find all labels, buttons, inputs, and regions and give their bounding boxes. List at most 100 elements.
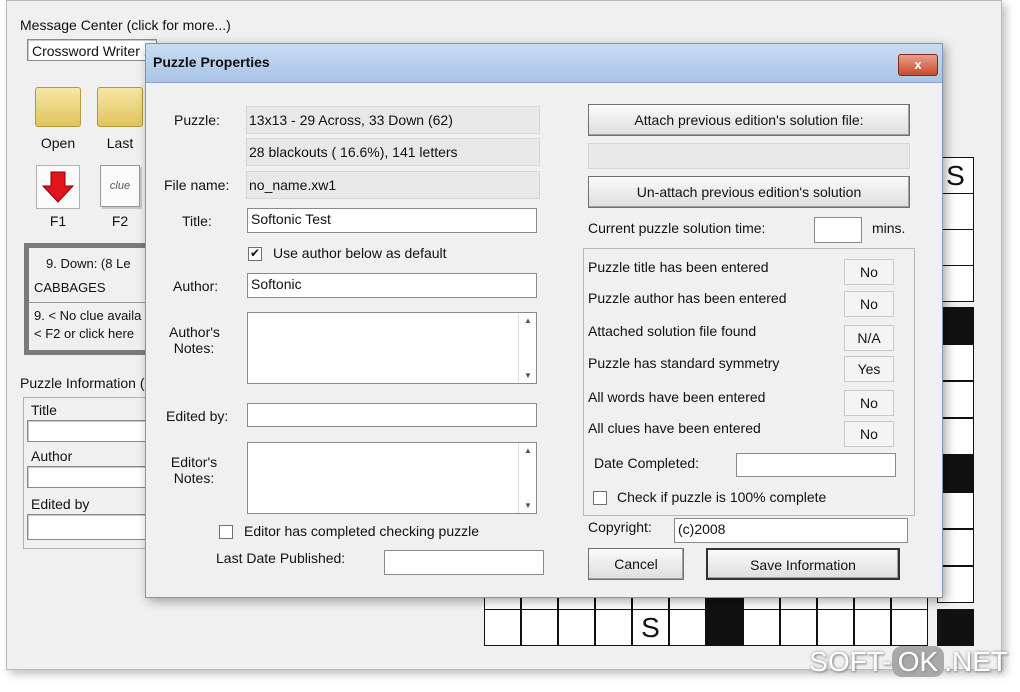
clue-panel-line1: 9. Down: (8 Le (46, 256, 131, 271)
open-label: Open (40, 135, 76, 151)
grid-cell[interactable] (558, 609, 595, 646)
authors-notes-textarea[interactable]: ▲ ▼ (247, 312, 537, 384)
clue-panel[interactable]: 9. Down: (8 Le CABBAGES 9. < No clue ava… (24, 243, 150, 355)
unattach-solution-button[interactable]: Un-attach previous edition's solution (588, 176, 910, 208)
close-button[interactable]: x (898, 54, 938, 76)
copyright-label: Copyright: (588, 519, 652, 535)
clue-panel-divider (29, 302, 149, 303)
filename-value-text: no_name.xw1 (249, 177, 337, 193)
grid-cell[interactable] (521, 609, 558, 646)
last-date-input[interactable] (384, 550, 544, 575)
puzzle-summary-text: 13x13 - 29 Across, 33 Down (62) (249, 112, 453, 128)
info-edited-field[interactable] (27, 514, 149, 540)
message-center-field[interactable]: Crossword Writer 1 (27, 39, 157, 61)
solution-time-label: Current puzzle solution time: (588, 220, 766, 236)
scroll-up-icon[interactable]: ▲ (524, 446, 532, 455)
title-input[interactable]: Softonic Test (247, 208, 537, 233)
check-complete-checkbox[interactable] (593, 491, 607, 505)
grid-letter-s: S (641, 611, 660, 643)
authors-notes-label-line1: Author's (169, 324, 220, 340)
status-value: No (844, 291, 894, 317)
f2-label: F2 (111, 213, 129, 229)
clue-panel-answer: CABBAGES (34, 280, 106, 295)
scroll-down-icon[interactable]: ▼ (524, 501, 532, 510)
editors-notes-scrollbar[interactable]: ▲ ▼ (518, 443, 536, 513)
copyright-input[interactable]: (c)2008 (674, 518, 908, 543)
close-icon: x (914, 57, 922, 72)
check-complete-label: Check if puzzle is 100% complete (617, 489, 827, 505)
info-author-label: Author (31, 448, 73, 464)
watermark-post: .NET (944, 646, 1008, 677)
status-label: Attached solution file found (588, 323, 757, 339)
info-author-field[interactable] (27, 466, 149, 488)
grid-cell[interactable] (891, 609, 928, 646)
grid-cell[interactable] (743, 609, 780, 646)
grid-cell[interactable] (817, 609, 854, 646)
date-completed-label: Date Completed: (594, 455, 700, 471)
status-value: No (844, 259, 894, 285)
authors-notes-label-line2: Notes: (173, 340, 215, 356)
grid-cell[interactable] (595, 609, 632, 646)
grid-cell-black (937, 609, 974, 646)
folder-icon (97, 87, 143, 127)
puzzle-properties-dialog: Puzzle Properties x Puzzle: 13x13 - 29 A… (145, 43, 943, 598)
date-completed-input[interactable] (736, 453, 896, 477)
scroll-up-icon[interactable]: ▲ (524, 316, 532, 325)
watermark-pre: SOFT- (809, 646, 892, 677)
solution-time-input[interactable] (814, 217, 862, 243)
edited-by-label: Edited by: (166, 408, 229, 424)
f1-button[interactable]: F1 (33, 165, 83, 229)
attached-solution-field (588, 143, 910, 169)
editors-notes-label-line2: Notes: (173, 470, 215, 486)
attach-solution-button[interactable]: Attach previous edition's solution file: (588, 104, 910, 136)
authors-notes-label: Author's Notes: (169, 324, 220, 356)
watermark-ok: OK (891, 646, 945, 677)
authors-notes-scrollbar[interactable]: ▲ ▼ (518, 313, 536, 383)
editors-notes-textarea[interactable]: ▲ ▼ (247, 442, 537, 514)
grid-cell[interactable] (669, 609, 706, 646)
info-title-label: Title (31, 402, 57, 418)
blackouts-summary: 28 blackouts ( 16.6%), 141 letters (246, 138, 540, 166)
status-label: Puzzle author has been entered (588, 290, 787, 306)
watermark: SOFT- OK .NET (809, 646, 1008, 678)
grid-cell-black (706, 609, 743, 646)
puzzle-summary: 13x13 - 29 Across, 33 Down (62) (246, 106, 540, 134)
status-value: N/A (844, 325, 894, 351)
status-label: All clues have been entered (588, 420, 761, 436)
last-button[interactable]: Last (95, 87, 145, 151)
info-edited-label: Edited by (31, 496, 90, 512)
puzzle-info-panel: Title Author Edited by (23, 397, 149, 549)
editor-completed-checkbox[interactable] (219, 525, 233, 539)
use-author-label: Use author below as default (273, 245, 447, 261)
grid-letter-s: S (946, 159, 965, 191)
grid-cell[interactable]: S (632, 609, 669, 646)
mins-label: mins. (872, 220, 906, 236)
grid-cell[interactable] (854, 609, 891, 646)
editors-notes-label: Editor's Notes: (168, 454, 220, 486)
last-label: Last (106, 135, 134, 151)
scroll-down-icon[interactable]: ▼ (524, 371, 532, 380)
open-button[interactable]: Open (33, 87, 83, 151)
puzzle-label: Puzzle: (174, 112, 220, 128)
status-label: All words have been entered (588, 389, 766, 405)
status-value: No (844, 421, 894, 447)
dialog-title: Puzzle Properties (153, 54, 270, 70)
status-label: Puzzle has standard symmetry (588, 355, 780, 371)
info-title-field[interactable] (27, 420, 149, 442)
last-date-label: Last Date Published: (216, 550, 346, 566)
title-label: Title: (182, 213, 212, 229)
edited-by-input[interactable] (247, 403, 537, 427)
message-center-label[interactable]: Message Center (click for more...) (20, 17, 231, 33)
grid-cell[interactable] (484, 609, 521, 646)
cancel-button[interactable]: Cancel (588, 548, 684, 580)
red-down-arrow-icon (36, 165, 80, 209)
dialog-titlebar[interactable]: Puzzle Properties x (146, 44, 942, 83)
grid-cell[interactable] (780, 609, 817, 646)
filename-label: File name: (164, 177, 230, 193)
use-author-checkbox[interactable]: ✔ (248, 247, 262, 261)
f2-button[interactable]: clue F2 (95, 165, 145, 229)
author-input[interactable]: Softonic (247, 273, 537, 298)
save-information-button[interactable]: Save Information (706, 548, 900, 580)
author-label: Author: (173, 278, 219, 294)
puzzle-info-label: Puzzle Information (c (20, 375, 152, 391)
